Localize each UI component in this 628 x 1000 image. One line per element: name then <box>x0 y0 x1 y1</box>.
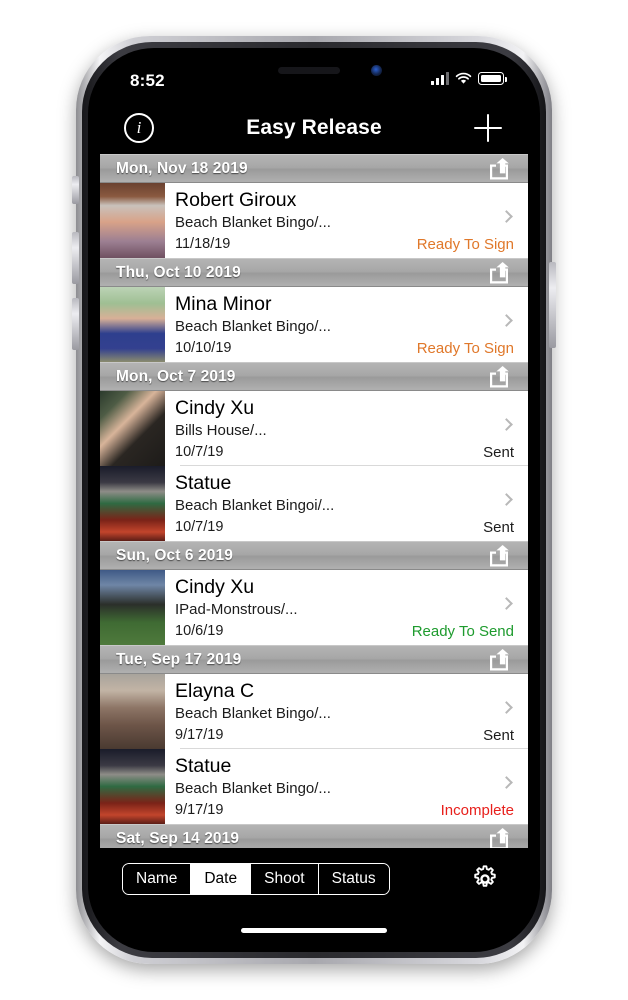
row-name: Robert Giroux <box>175 189 297 211</box>
status-badge: Sent <box>483 727 514 744</box>
row-body: Robert Giroux Beach Blanket Bingo/... 11/1… <box>165 183 528 258</box>
section-header: Sun, Oct 6 2019 <box>100 541 528 570</box>
row-body: Cindy Xu Bills House/... 10/7/19 Sent <box>165 391 528 466</box>
row-subtitle: Beach Blanket Bingo/... <box>175 780 331 797</box>
sort-segmented-control[interactable]: Name Date Shoot Status <box>122 863 390 895</box>
bottom-toolbar: Name Date Shoot Status <box>100 848 528 910</box>
wifi-icon <box>455 72 472 84</box>
navigation-bar: i Easy Release <box>100 102 528 154</box>
row-subtitle: Beach Blanket Bingo/... <box>175 318 331 335</box>
section-header: Mon, Nov 18 2019 <box>100 154 528 183</box>
segment-name[interactable]: Name <box>123 864 192 894</box>
row-body: Cindy Xu IPad-Monstrous/... 10/6/19 Ready T… <box>165 570 528 645</box>
share-export-icon[interactable] <box>488 544 514 567</box>
home-indicator[interactable] <box>241 928 387 933</box>
row-thumbnail <box>100 570 165 645</box>
status-badge: Incomplete <box>440 802 514 819</box>
share-export-icon[interactable] <box>488 648 514 671</box>
row-date: 10/7/19 <box>175 444 224 460</box>
row-body: Mina Minor Beach Blanket Bingo/... 10/10/1… <box>165 287 528 362</box>
share-export-icon[interactable] <box>488 827 514 849</box>
row-subtitle: Beach Blanket Bingoi/... <box>175 497 335 514</box>
row-name: Elayna C <box>175 680 255 702</box>
row-subtitle: Beach Blanket Bingo/... <box>175 214 331 231</box>
row-name: Mina Minor <box>175 293 272 315</box>
volume-up-button[interactable] <box>72 232 79 284</box>
volume-down-button[interactable] <box>72 298 79 350</box>
section-header-title: Mon, Oct 7 2019 <box>116 367 236 385</box>
status-badge: Sent <box>483 519 514 536</box>
section-header-title: Tue, Sep 17 2019 <box>116 650 242 668</box>
battery-icon <box>478 72 507 85</box>
row-thumbnail <box>100 674 165 749</box>
section-header: Sat, Sep 14 2019 <box>100 824 528 848</box>
table-row[interactable]: Cindy Xu Bills House/... 10/7/19 Sent <box>100 391 528 466</box>
row-thumbnail <box>100 391 165 466</box>
row-thumbnail <box>100 749 165 824</box>
table-row[interactable]: Elayna C Beach Blanket Bingo/... 9/17/19 Se… <box>100 674 528 749</box>
row-body: Elayna C Beach Blanket Bingo/... 9/17/19 Se… <box>165 674 528 749</box>
info-circle-icon[interactable]: i <box>124 113 154 143</box>
row-body: Statue Beach Blanket Bingoi/... 10/7/19 Sen… <box>165 466 528 541</box>
section-header-title: Sat, Sep 14 2019 <box>116 829 240 847</box>
screenshot-stage: 8:52 i Easy Release Mon, Nov 18 2019 Rob… <box>0 0 628 1000</box>
status-bar-time: 8:52 <box>130 71 165 90</box>
table-row[interactable]: Robert Giroux Beach Blanket Bingo/... 11/1… <box>100 183 528 258</box>
earpiece-speaker <box>278 67 341 74</box>
mute-switch[interactable] <box>72 176 79 204</box>
row-date: 9/17/19 <box>175 727 224 743</box>
row-subtitle: IPad-Monstrous/... <box>175 601 298 618</box>
segment-status[interactable]: Status <box>318 864 389 894</box>
row-name: Statue <box>175 755 232 777</box>
status-badge: Sent <box>483 444 514 461</box>
release-list[interactable]: Mon, Nov 18 2019 Robert Giroux Beach Blank… <box>100 154 528 848</box>
device-notch <box>228 58 400 84</box>
share-export-icon[interactable] <box>488 157 514 180</box>
power-button[interactable] <box>549 262 556 348</box>
plus-icon[interactable] <box>474 114 502 142</box>
phone-screen: 8:52 i Easy Release Mon, Nov 18 2019 Rob… <box>100 58 528 942</box>
share-export-icon[interactable] <box>488 365 514 388</box>
row-date: 10/7/19 <box>175 519 224 535</box>
section-header: Thu, Oct 10 2019 <box>100 258 528 287</box>
row-thumbnail <box>100 287 165 362</box>
table-row[interactable]: Mina Minor Beach Blanket Bingo/... 10/10/1… <box>100 287 528 362</box>
home-indicator-area <box>100 910 528 942</box>
cellular-signal-icon <box>431 71 449 85</box>
section-header: Mon, Oct 7 2019 <box>100 362 528 391</box>
segment-shoot[interactable]: Shoot <box>251 864 319 894</box>
segment-date[interactable]: Date <box>191 864 252 894</box>
table-row[interactable]: Statue Beach Blanket Bingoi/... 10/7/19 Sen… <box>100 466 528 541</box>
section-header: Tue, Sep 17 2019 <box>100 645 528 674</box>
row-name: Cindy Xu <box>175 397 255 419</box>
share-export-icon[interactable] <box>488 261 514 284</box>
table-row[interactable]: Cindy Xu IPad-Monstrous/... 10/6/19 Ready T… <box>100 570 528 645</box>
table-row[interactable]: Statue Beach Blanket Bingo/... 9/17/19 Inco… <box>100 749 528 824</box>
section-header-title: Thu, Oct 10 2019 <box>116 263 241 281</box>
gear-icon[interactable] <box>470 864 500 894</box>
section-header-title: Sun, Oct 6 2019 <box>116 546 233 564</box>
row-subtitle: Beach Blanket Bingo/... <box>175 705 331 722</box>
row-subtitle: Bills House/... <box>175 422 267 439</box>
row-name: Statue <box>175 472 232 494</box>
status-badge: Ready To Send <box>411 623 514 640</box>
section-header-title: Mon, Nov 18 2019 <box>116 159 248 177</box>
status-badge: Ready To Sign <box>416 236 514 253</box>
page-title: Easy Release <box>246 116 382 139</box>
row-body: Statue Beach Blanket Bingo/... 9/17/19 Inco… <box>165 749 528 824</box>
row-name: Cindy Xu <box>175 576 255 598</box>
info-label: i <box>136 118 142 137</box>
front-camera-icon <box>371 65 382 76</box>
status-badge: Ready To Sign <box>416 340 514 357</box>
row-thumbnail <box>100 183 165 258</box>
row-thumbnail <box>100 466 165 541</box>
status-bar-indicators <box>431 71 507 85</box>
